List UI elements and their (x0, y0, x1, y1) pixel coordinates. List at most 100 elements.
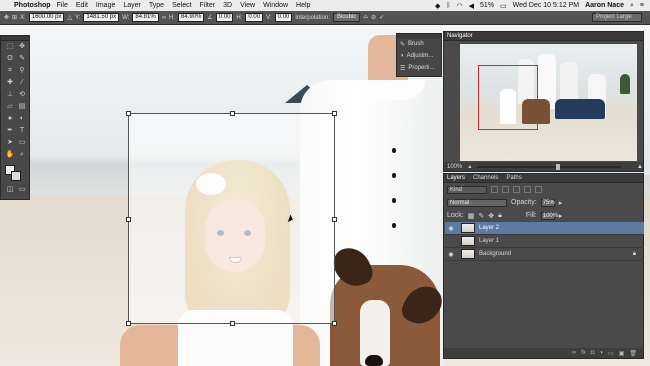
visibility-eye-icon[interactable]: ◉ (445, 225, 457, 232)
new-layer-icon[interactable]: ▣ (619, 350, 625, 357)
lock-pixels-icon[interactable]: ✎ (478, 212, 484, 220)
opacity-stepper-icon[interactable]: ▸ (559, 199, 563, 207)
shape-tool-icon[interactable]: ▭ (17, 139, 27, 147)
bluetooth-icon[interactable]: ᛒ (446, 2, 450, 9)
move-tool-icon[interactable]: ✥ (4, 14, 9, 21)
eraser-tool-icon[interactable]: ▱ (5, 103, 15, 111)
transform-handle-top[interactable] (230, 111, 235, 116)
transform-handle-bottom-left[interactable] (126, 321, 131, 326)
menu-help[interactable]: Help (296, 2, 310, 9)
smart-object-filter-icon[interactable] (535, 186, 542, 193)
link-icon[interactable]: ∞ (162, 15, 166, 21)
warp-icon[interactable]: ⌓ (363, 14, 368, 21)
relative-icon[interactable]: △ (67, 14, 72, 21)
layer-row-background[interactable]: ◉ Background 🔒︎ (445, 248, 644, 261)
navigator-zoom-slider[interactable] (477, 163, 622, 170)
brush-panel-button[interactable]: ✎ Brush (397, 38, 441, 50)
menu-select[interactable]: Select (172, 2, 191, 9)
transform-handle-bottom-right[interactable] (332, 321, 337, 326)
new-group-icon[interactable]: ▭ (608, 350, 614, 357)
adjustment-filter-icon[interactable] (502, 186, 509, 193)
lock-position-icon[interactable]: ✥ (488, 212, 494, 220)
eyedropper-icon[interactable]: ⚲ (17, 67, 27, 75)
width-field[interactable]: 84.81% (132, 13, 159, 22)
menu-layer[interactable]: Layer (123, 2, 141, 9)
menu-type[interactable]: Type (149, 2, 164, 9)
transform-handle-top-left[interactable] (126, 111, 131, 116)
transform-handle-left[interactable] (126, 217, 131, 222)
menu-file[interactable]: File (57, 2, 68, 9)
menu-view[interactable]: View (240, 2, 255, 9)
screen-mode-icon[interactable]: ▭ (17, 186, 27, 194)
volume-icon[interactable]: ◀ (469, 2, 474, 10)
type-filter-icon[interactable] (513, 186, 520, 193)
crop-tool-icon[interactable]: ⌗ (5, 67, 15, 75)
tools-grip[interactable] (1, 36, 29, 41)
list-icon[interactable]: ≡ (640, 2, 644, 9)
navigator-zoom-value[interactable]: 100% (447, 164, 462, 170)
navigator-thumbnail[interactable] (460, 44, 637, 161)
search-icon[interactable]: ⌕ (630, 2, 634, 10)
zoom-tool-icon[interactable]: ⌕ (17, 151, 27, 159)
reference-point-icon[interactable]: ⊞ (12, 14, 17, 21)
layer-name[interactable]: Background (479, 251, 511, 257)
tab-navigator[interactable]: Navigator (447, 33, 473, 39)
menu-window[interactable]: Window (263, 2, 288, 9)
workspace-select[interactable]: Project Large (592, 13, 642, 22)
dropbox-icon[interactable]: ◆ (435, 2, 440, 10)
menu-image[interactable]: Image (96, 2, 115, 9)
layer-name[interactable]: Layer 1 (479, 238, 499, 244)
layer-style-icon[interactable]: fx (581, 350, 586, 356)
link-layers-icon[interactable]: ∞ (572, 350, 576, 356)
wifi-icon[interactable]: ◠ (457, 2, 463, 10)
transform-handle-bottom[interactable] (230, 321, 235, 326)
interpolation-select[interactable]: Bicubic (332, 13, 361, 22)
fill-field[interactable]: 100% (540, 211, 558, 220)
lasso-tool-icon[interactable]: ʘ (5, 55, 15, 63)
angle-field[interactable]: 0.00 (215, 13, 234, 22)
layer-row-layer-1[interactable]: Layer 1 (445, 235, 644, 248)
visibility-eye-icon[interactable]: ◉ (445, 251, 457, 258)
blend-mode-select[interactable]: Normal (447, 198, 507, 207)
hand-tool-icon[interactable]: ✋ (5, 151, 15, 159)
gradient-tool-icon[interactable]: ▤ (17, 103, 27, 111)
tab-layers[interactable]: Layers (447, 175, 465, 181)
layer-name[interactable]: Layer 2 (479, 225, 499, 231)
shape-filter-icon[interactable] (524, 186, 531, 193)
fill-stepper-icon[interactable]: ▸ (559, 212, 563, 220)
menu-3d[interactable]: 3D (223, 2, 232, 9)
user-name[interactable]: Aaron Nace (585, 2, 624, 9)
menu-edit[interactable]: Edit (76, 2, 88, 9)
new-adjustment-icon[interactable]: ◑ (599, 350, 603, 356)
commit-transform-icon[interactable]: ✓ (379, 14, 384, 21)
healing-brush-icon[interactable]: ✚ (5, 79, 15, 87)
hskew-field[interactable]: 0.00 (245, 13, 264, 22)
dodge-tool-icon[interactable]: ◐ (17, 115, 27, 123)
zoom-in-icon[interactable]: ▲ (637, 164, 643, 170)
marquee-tool-icon[interactable]: ⬚ (5, 43, 15, 51)
lock-transparency-icon[interactable]: ▦ (468, 212, 475, 220)
transform-handle-top-right[interactable] (332, 111, 337, 116)
kind-filter-select[interactable]: Kind (447, 185, 487, 194)
x-field[interactable]: 1600.00 px (28, 13, 65, 22)
navigator-view-box[interactable] (478, 65, 538, 130)
cancel-transform-icon[interactable]: ⊘ (371, 14, 376, 21)
stamp-tool-icon[interactable]: ⊥ (5, 91, 15, 99)
history-brush-icon[interactable]: ⟲ (17, 91, 27, 99)
add-mask-icon[interactable]: ◘ (591, 350, 595, 356)
lock-all-icon[interactable]: 🔒︎ (498, 212, 502, 220)
move-tool-icon[interactable]: ✥ (17, 43, 27, 51)
quick-mask-icon[interactable]: ◫ (5, 186, 15, 194)
tab-paths[interactable]: Paths (506, 175, 521, 181)
zoom-out-icon[interactable]: ▴ (468, 163, 471, 170)
pen-tool-icon[interactable]: ✒ (5, 127, 15, 135)
y-field[interactable]: 1481.50 px (83, 13, 120, 22)
pixel-filter-icon[interactable] (491, 186, 498, 193)
layer-row-layer-2[interactable]: ◉ Layer 2 (445, 222, 644, 235)
tab-channels[interactable]: Channels (473, 175, 498, 181)
brush-tool-icon[interactable]: ⁄ (17, 79, 27, 87)
delete-layer-icon[interactable]: 🗑︎ (629, 350, 637, 357)
opacity-field[interactable]: 75% (540, 198, 555, 207)
transform-bounding-box[interactable] (126, 111, 337, 326)
quick-select-icon[interactable]: ✎ (17, 55, 27, 63)
